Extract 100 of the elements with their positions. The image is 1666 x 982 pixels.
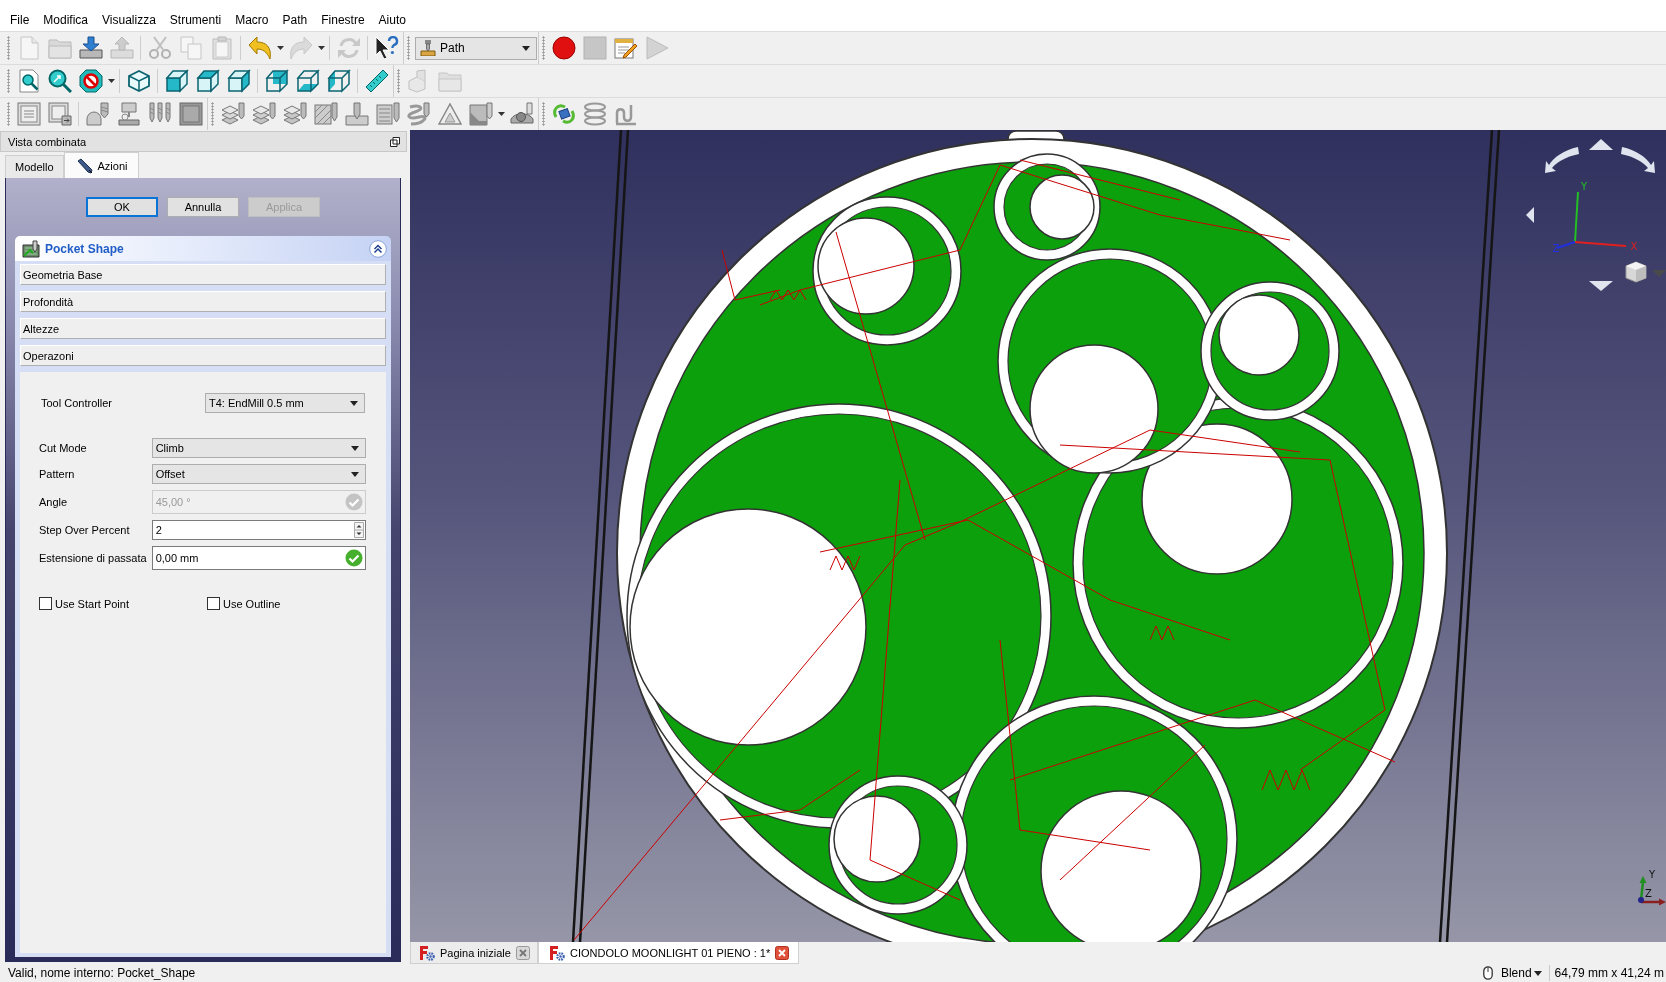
cube-icon[interactable] (226, 69, 251, 93)
axis-label: Y (1649, 869, 1656, 880)
collapse-icon[interactable] (369, 239, 387, 258)
stacked-plates-icon[interactable] (220, 102, 245, 126)
cube-icon[interactable] (195, 69, 220, 93)
pencil-icon (76, 157, 93, 174)
caret-icon[interactable] (497, 112, 505, 116)
hatched-block-icon[interactable] (313, 102, 338, 126)
magnifier-icon[interactable] (47, 69, 72, 93)
probe-head-icon[interactable] (509, 102, 534, 126)
navigation-style-dropdown[interactable]: Blend (1500, 966, 1542, 980)
record-icon[interactable] (551, 36, 576, 60)
checkbox-label[interactable]: Use Start Point (55, 597, 129, 610)
menu-item[interactable]: Macro (228, 11, 276, 29)
menu-item[interactable]: Modifica (36, 11, 96, 29)
document-tab[interactable]: CIONDOLO MOONLIGHT 01 PIENO : 1* (537, 942, 800, 964)
field-label: Step Over Percent (39, 524, 131, 536)
checkbox[interactable] (39, 597, 52, 610)
spin-box[interactable]: 2 (151, 520, 366, 540)
framed-square-icon[interactable] (16, 102, 41, 126)
toolbar-handle[interactable] (7, 69, 10, 93)
input-field[interactable]: 0,00 mm (151, 546, 366, 570)
menu-item[interactable]: Visualizza (95, 11, 163, 29)
toolbar-handle[interactable] (407, 36, 410, 60)
menu-item[interactable]: Strumenti (162, 11, 229, 29)
striped-block-icon[interactable] (375, 102, 400, 126)
arrow-up-icon[interactable] (1589, 139, 1613, 150)
document-tab[interactable]: Pagina iniziale (410, 942, 538, 964)
dimensions-readout: 64,79 mm x 41,24 m (1554, 966, 1665, 980)
notepad-pencil-icon[interactable] (613, 36, 638, 60)
tab[interactable]: Modello (5, 155, 64, 178)
restore-window-icon[interactable] (390, 136, 400, 147)
cube-icon[interactable] (164, 69, 189, 93)
workbench-dropdown[interactable]: Path (415, 36, 537, 60)
helix-icon[interactable] (406, 102, 431, 126)
toolbar-handle[interactable] (7, 102, 10, 126)
spin-arrows-icon[interactable] (354, 522, 364, 538)
page-magnifier-icon[interactable] (16, 69, 41, 93)
toolbar-handle[interactable] (211, 102, 214, 126)
cube-icon[interactable] (326, 69, 351, 93)
menu-item[interactable]: File (3, 11, 37, 29)
milling-bit-icon (420, 40, 436, 56)
section-header[interactable]: Altezze (20, 318, 386, 339)
tab[interactable]: Azioni (63, 152, 139, 178)
caret-icon[interactable] (317, 46, 325, 50)
milling-machine-icon[interactable] (116, 102, 141, 126)
drill-bit-part-icon[interactable] (85, 102, 110, 126)
taskbox-title: Pocket Shape (45, 241, 125, 256)
square-block-icon[interactable] (178, 102, 203, 126)
toolbar-handle[interactable] (542, 36, 545, 60)
wireframe-cube-icon[interactable] (126, 69, 151, 93)
caret-icon (351, 445, 359, 451)
dialog-button[interactable]: Annulla (167, 197, 239, 217)
triangle-outline-icon[interactable] (437, 102, 462, 126)
drill-into-block-icon[interactable] (344, 102, 369, 126)
stacked-plates-icon[interactable] (282, 102, 307, 126)
toolbar-handle[interactable] (542, 102, 545, 126)
toolbar-handle[interactable] (7, 36, 10, 60)
arrow-down-icon[interactable] (1589, 281, 1613, 291)
toolbar-handle[interactable] (397, 69, 400, 93)
mouse-icon (1482, 966, 1493, 980)
caret-icon[interactable] (107, 79, 115, 83)
caret-icon (351, 471, 359, 477)
menu-item[interactable]: Aiuto (371, 11, 413, 29)
axis-triad-icon (1638, 876, 1666, 906)
rotate-right-icon[interactable] (1621, 147, 1655, 173)
checkbox-label[interactable]: Use Outline (223, 597, 281, 610)
menu-item[interactable]: Path (275, 11, 315, 29)
dialog-button[interactable]: OK (86, 197, 158, 217)
rotate-left-icon[interactable] (1545, 147, 1579, 173)
no-entry-sign-icon[interactable] (78, 69, 103, 93)
ruler-icon[interactable] (364, 69, 389, 93)
caret-icon (1533, 970, 1542, 976)
field-label: Estensione di passata (39, 552, 147, 564)
wavy-line-icon[interactable] (613, 102, 638, 126)
cursor-question-icon[interactable] (374, 36, 399, 60)
linked-loops-icon[interactable] (551, 102, 576, 126)
section-header[interactable]: Operazoni (20, 345, 386, 366)
dropdown[interactable]: T4: EndMill 0.5 mm (205, 393, 365, 413)
caret-icon[interactable] (276, 46, 284, 50)
close-icon[interactable] (775, 945, 790, 960)
panel-title: Vista combinata (8, 135, 87, 148)
save-icon[interactable] (78, 36, 103, 60)
cube-icon[interactable] (295, 69, 320, 93)
close-icon[interactable] (515, 945, 530, 960)
navigation-cube-icon[interactable] (1625, 261, 1647, 283)
stacked-rings-icon[interactable] (582, 102, 607, 126)
dropdown[interactable]: Offset (151, 464, 366, 484)
section-header[interactable]: Profondità (20, 291, 386, 312)
section-header[interactable]: Geometria Base (20, 264, 386, 285)
axis-label: Z (1552, 243, 1560, 254)
field-label: Pattern (39, 468, 76, 480)
menu-item[interactable]: Finestre (314, 11, 372, 29)
axis-label: X (1630, 241, 1638, 252)
cube-icon[interactable] (264, 69, 289, 93)
stacked-plates-icon[interactable] (251, 102, 276, 126)
framed-square-arrow-icon[interactable] (47, 102, 72, 126)
checkbox[interactable] (207, 597, 220, 610)
arrow-left-icon[interactable] (1526, 207, 1534, 223)
dropdown[interactable]: Climb (151, 438, 366, 458)
